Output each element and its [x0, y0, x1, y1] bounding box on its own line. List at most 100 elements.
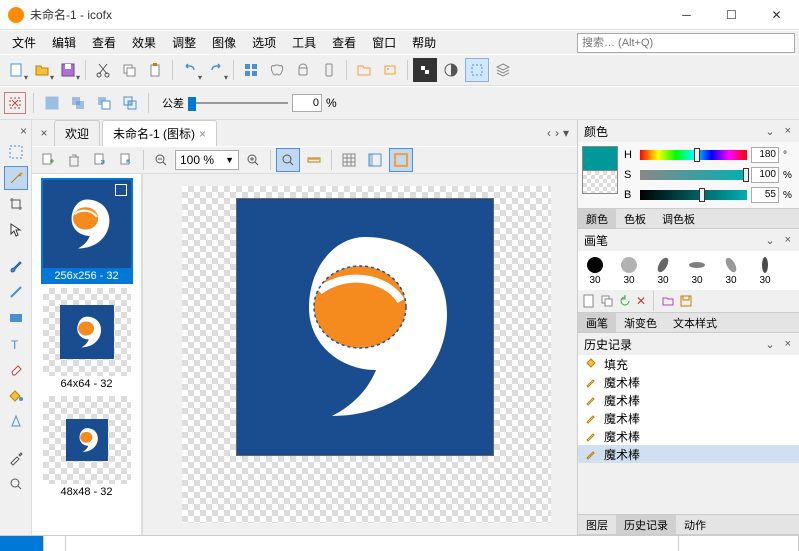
- bri-input[interactable]: 55: [751, 187, 779, 203]
- panel-brush-collapse-icon[interactable]: ⌄: [763, 234, 776, 247]
- zoom-out-button[interactable]: [149, 148, 173, 172]
- size-thumb-256[interactable]: 256x256 - 32: [41, 180, 133, 284]
- zoom-tool-button[interactable]: [276, 148, 300, 172]
- subtab-history[interactable]: 历史记录: [616, 515, 676, 534]
- panel-color-close-icon[interactable]: ×: [783, 125, 793, 137]
- undo-button[interactable]: [178, 58, 202, 82]
- tab-prev-icon[interactable]: ‹: [547, 126, 551, 140]
- history-item[interactable]: 魔术棒: [578, 409, 799, 427]
- menu-view[interactable]: 查看: [84, 32, 124, 53]
- paste-button[interactable]: [143, 58, 167, 82]
- ruler-button[interactable]: [302, 148, 326, 172]
- new-button[interactable]: [4, 58, 28, 82]
- open-button[interactable]: [30, 58, 54, 82]
- tool-line[interactable]: [4, 280, 28, 304]
- menu-file[interactable]: 文件: [4, 32, 44, 53]
- menu-options[interactable]: 选项: [244, 32, 284, 53]
- size-thumb-64[interactable]: 64x64 - 32: [41, 288, 133, 392]
- subtab-palette[interactable]: 调色板: [654, 209, 703, 228]
- selection-cancel-icon[interactable]: [4, 92, 26, 114]
- selection-subtract-icon[interactable]: [93, 92, 115, 114]
- subtab-gradient[interactable]: 渐变色: [616, 313, 665, 332]
- import-button[interactable]: [88, 148, 112, 172]
- close-button[interactable]: ✕: [754, 0, 799, 29]
- tab-close-icon[interactable]: ×: [199, 127, 206, 141]
- bri-slider[interactable]: [640, 190, 747, 200]
- images-button[interactable]: [378, 58, 402, 82]
- tab-welcome[interactable]: 欢迎: [54, 120, 100, 146]
- canvas[interactable]: [236, 198, 494, 456]
- brush-preset[interactable]: 30: [580, 255, 610, 286]
- panel-color-collapse-icon[interactable]: ⌄: [763, 125, 776, 138]
- tool-rect[interactable]: [4, 306, 28, 330]
- brush-delete-icon[interactable]: ✕: [636, 294, 646, 308]
- subtab-text-style[interactable]: 文本样式: [665, 313, 725, 332]
- tool-rect-select[interactable]: [4, 140, 28, 164]
- tool-sharpen[interactable]: [4, 410, 28, 434]
- copy-button[interactable]: [117, 58, 141, 82]
- history-item[interactable]: 魔术棒: [578, 427, 799, 445]
- tool-zoom[interactable]: [4, 472, 28, 496]
- history-item[interactable]: 填充: [578, 355, 799, 373]
- checker-toggle-button[interactable]: [413, 58, 437, 82]
- tool-text[interactable]: T: [4, 332, 28, 356]
- tool-move[interactable]: [4, 218, 28, 242]
- brush-new-icon[interactable]: [582, 294, 596, 308]
- selection-add-icon[interactable]: [67, 92, 89, 114]
- canvas-area[interactable]: [156, 174, 577, 535]
- grid-button[interactable]: [337, 148, 361, 172]
- brush-preset[interactable]: 30: [614, 255, 644, 286]
- selection-new-icon[interactable]: [41, 92, 63, 114]
- tool-eraser[interactable]: [4, 358, 28, 382]
- menu-effect[interactable]: 效果: [124, 32, 164, 53]
- tool-crop[interactable]: [4, 192, 28, 216]
- hue-slider[interactable]: [640, 150, 747, 160]
- brush-save-icon[interactable]: [679, 294, 693, 308]
- menu-help[interactable]: 帮助: [404, 32, 444, 53]
- menu-window[interactable]: 窗口: [364, 32, 404, 53]
- tool-eyedropper[interactable]: [4, 446, 28, 470]
- subtab-color[interactable]: 颜色: [578, 209, 616, 228]
- panel-button[interactable]: [363, 148, 387, 172]
- history-item[interactable]: 魔术棒: [578, 373, 799, 391]
- maximize-button[interactable]: ☐: [709, 0, 754, 29]
- tolerance-slider[interactable]: [188, 95, 288, 111]
- select-toggle-button[interactable]: [465, 58, 489, 82]
- menu-tools[interactable]: 工具: [284, 32, 324, 53]
- contrast-button[interactable]: [439, 58, 463, 82]
- minimize-button[interactable]: ─: [664, 0, 709, 29]
- tool-brush[interactable]: [4, 254, 28, 278]
- layers-icon[interactable]: [491, 58, 515, 82]
- tolerance-input[interactable]: [292, 94, 322, 112]
- menu-image[interactable]: 图像: [204, 32, 244, 53]
- tool-magic-wand[interactable]: [4, 166, 28, 190]
- toolbox-close-icon[interactable]: ×: [20, 124, 31, 138]
- tab-next-icon[interactable]: ›: [555, 126, 559, 140]
- tab-menu-icon[interactable]: ▾: [563, 126, 569, 140]
- save-button[interactable]: [56, 58, 80, 82]
- canvas-border-button[interactable]: [389, 148, 413, 172]
- brush-open-icon[interactable]: [661, 294, 675, 308]
- tabs-close-icon[interactable]: ×: [36, 126, 52, 140]
- subtab-actions[interactable]: 动作: [676, 515, 714, 534]
- brush-preset[interactable]: 30: [750, 255, 780, 286]
- search-input[interactable]: [577, 33, 795, 53]
- tool-fill[interactable]: [4, 384, 28, 408]
- panel-history-close-icon[interactable]: ×: [783, 338, 793, 350]
- brush-reset-icon[interactable]: [618, 294, 632, 308]
- brush-copy-icon[interactable]: [600, 294, 614, 308]
- delete-size-button[interactable]: [62, 148, 86, 172]
- hue-input[interactable]: 180: [751, 147, 779, 163]
- zoom-select[interactable]: 100 %▼: [175, 150, 239, 170]
- android-icon[interactable]: [291, 58, 315, 82]
- sat-input[interactable]: 100: [751, 167, 779, 183]
- size-thumb-48[interactable]: 48x48 - 32: [41, 396, 133, 500]
- subtab-swatches[interactable]: 色板: [616, 209, 654, 228]
- phone-icon[interactable]: [317, 58, 341, 82]
- zoom-in-button[interactable]: [241, 148, 265, 172]
- color-swatch[interactable]: [582, 146, 618, 194]
- cut-button[interactable]: [91, 58, 115, 82]
- tab-document[interactable]: 未命名-1 (图标)×: [102, 120, 217, 146]
- menu-edit[interactable]: 编辑: [44, 32, 84, 53]
- apple-icon[interactable]: [265, 58, 289, 82]
